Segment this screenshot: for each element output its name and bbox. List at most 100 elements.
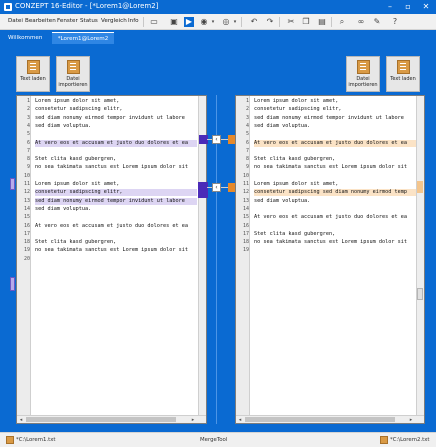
code-line[interactable]: Lorem ipsum dolor sit amet, — [35, 181, 197, 188]
vertical-scrollbar[interactable] — [416, 96, 424, 416]
diff-overview-marker[interactable] — [10, 178, 15, 190]
merge-arrow-icon[interactable]: ‹ — [212, 135, 221, 144]
vertical-scrollbar[interactable] — [198, 96, 206, 416]
code-line[interactable]: Stet clita kasd gubergren, — [254, 231, 416, 238]
diff-overview-marker[interactable] — [417, 181, 423, 193]
scroll-thumb[interactable] — [417, 288, 423, 300]
code-line[interactable]: sed diam voluptua. — [35, 123, 197, 130]
link-icon[interactable]: ∞ — [356, 17, 366, 27]
code-line[interactable]: sed diam voluptua. — [254, 123, 416, 130]
diff-overview-marker[interactable] — [10, 277, 15, 291]
code-line[interactable] — [35, 148, 197, 155]
close-icon[interactable]: ✕ — [418, 0, 434, 14]
code-line[interactable]: consetetur sadipscing elitr, — [35, 106, 197, 113]
file-icon — [6, 436, 14, 444]
code-line[interactable]: At vero eos et accusam et justo duo dolo… — [254, 139, 416, 147]
copy-icon[interactable]: ❐ — [301, 17, 311, 27]
code-line[interactable]: sed diam voluptua. — [35, 206, 197, 213]
scroll-thumb[interactable] — [26, 417, 176, 422]
code-line[interactable]: Lorem ipsum dolor sit amet, — [35, 98, 197, 105]
code-line[interactable] — [254, 206, 416, 213]
menu-bearbeiten[interactable]: Bearbeiten — [25, 18, 56, 24]
line-number: 19 — [23, 247, 30, 254]
code-line[interactable] — [254, 247, 416, 254]
line-number: 18 — [23, 239, 30, 246]
code-line[interactable] — [254, 148, 416, 155]
right-file-import-button[interactable]: Datei importieren — [346, 56, 380, 92]
code-line[interactable]: Stet clita kasd gubergren, — [35, 239, 197, 246]
code-line[interactable] — [35, 214, 197, 221]
code-line[interactable]: Stet clita kasd gubergren, — [254, 156, 416, 163]
scroll-left-icon[interactable]: ◂ — [17, 416, 25, 424]
line-number: 9 — [245, 164, 249, 171]
line-number: 14 — [23, 205, 30, 212]
chevron-down-icon[interactable]: ▾ — [230, 17, 240, 27]
menu-datei[interactable]: Datei — [8, 18, 23, 24]
code-line[interactable]: Stet clita kasd gubergren, — [35, 156, 197, 163]
scroll-right-icon[interactable]: ▸ — [189, 416, 197, 424]
maximize-icon[interactable]: ▫ — [400, 0, 416, 14]
horizontal-scrollbar[interactable]: ◂ ▸ — [17, 415, 206, 423]
code-line[interactable] — [254, 223, 416, 230]
play-icon[interactable]: ▶ — [184, 17, 194, 27]
menu-info[interactable]: Info — [128, 18, 139, 24]
undo-icon[interactable]: ↶ — [249, 17, 259, 27]
window-icon[interactable]: ▭ — [149, 17, 159, 27]
toolbar-separator — [241, 17, 242, 27]
menu-fenster[interactable]: Fenster — [57, 18, 78, 24]
line-number: 4 — [245, 122, 249, 129]
edit-icon[interactable]: ✎ — [372, 17, 382, 27]
search-icon[interactable]: ⌕ — [337, 17, 347, 27]
left-file-import-button[interactable]: Datei importieren — [56, 56, 90, 92]
redo-icon[interactable]: ↷ — [265, 17, 275, 27]
button-label: Datei importieren — [348, 76, 378, 88]
right-text-load-button[interactable]: Text laden — [386, 56, 420, 92]
cut-icon[interactable]: ✂ — [286, 17, 296, 27]
code-line[interactable]: sed diam nonumy eirmod tempor invidunt u… — [35, 115, 197, 122]
horizontal-scrollbar[interactable]: ◂ ▸ — [236, 415, 424, 423]
code-line[interactable]: At vero eos et accusam et justo duo dolo… — [254, 214, 416, 221]
code-line[interactable]: consetetur sadipscing sed diam nonumy ei… — [254, 189, 416, 197]
app-icon — [4, 3, 12, 11]
code-line[interactable]: sed diam voluptua. — [254, 198, 416, 205]
code-line[interactable] — [35, 231, 197, 238]
menu-status[interactable]: Status — [80, 18, 98, 24]
tab-merge-document[interactable]: *Lorem1@Lorem2 — [52, 32, 114, 44]
chevron-down-icon[interactable]: ▾ — [208, 17, 218, 27]
line-number: 15 — [23, 214, 30, 221]
code-line[interactable]: no sea takimata sanctus est Lorem ipsum … — [254, 164, 416, 171]
left-editor[interactable]: 1 Lorem ipsum dolor sit amet, 2 consetetur … — [16, 95, 207, 424]
save-icon[interactable]: ▣ — [169, 17, 179, 27]
code-line[interactable]: no sea takimata sanctus est Lorem ipsum … — [35, 247, 197, 254]
paste-icon[interactable]: ▤ — [317, 17, 327, 27]
code-line[interactable] — [35, 131, 197, 138]
help-icon[interactable]: ? — [390, 17, 400, 27]
code-line[interactable] — [254, 173, 416, 180]
left-text-load-button[interactable]: Text laden — [16, 56, 50, 92]
right-editor[interactable]: 1 Lorem ipsum dolor sit amet, 2 consetetur … — [235, 95, 425, 424]
code-line[interactable]: consetetur sadipscing elitr, — [254, 106, 416, 113]
menu-vergleich[interactable]: Vergleich — [101, 18, 127, 24]
line-number: 20 — [23, 255, 30, 262]
scroll-left-icon[interactable]: ◂ — [236, 416, 244, 424]
connector-line — [216, 95, 217, 424]
code-line[interactable]: no sea takimata sanctus est Lorem ipsum … — [35, 164, 197, 171]
scroll-right-icon[interactable]: ▸ — [407, 416, 415, 424]
tab-willkommen[interactable]: Willkommen — [3, 32, 47, 44]
code-line[interactable] — [254, 131, 416, 138]
code-line[interactable]: no sea takimata sanctus est Lorem ipsum … — [254, 239, 416, 246]
code-line[interactable]: sed diam nonumy eirmod tempor invidunt u… — [35, 197, 197, 205]
scroll-thumb[interactable] — [245, 417, 395, 422]
code-line[interactable]: At vero eos et accusam et justo duo dolo… — [35, 139, 197, 147]
merge-arrow-icon[interactable]: ‹ — [212, 183, 221, 192]
code-line[interactable]: At vero eos et accusam et justo duo dolo… — [35, 223, 197, 230]
code-line[interactable]: consetetur sadipscing elitr, — [35, 189, 197, 197]
code-line[interactable]: Lorem ipsum dolor sit amet, — [254, 98, 416, 105]
line-number: 17 — [23, 230, 30, 237]
line-number: 18 — [242, 239, 249, 246]
minimize-icon[interactable]: – — [382, 0, 398, 14]
code-line[interactable] — [35, 256, 197, 263]
code-line[interactable] — [35, 173, 197, 180]
code-line[interactable]: Lorem ipsum dolor sit amet, — [254, 181, 416, 188]
code-line[interactable]: sed diam nonumy eirmod tempor invidunt u… — [254, 115, 416, 122]
